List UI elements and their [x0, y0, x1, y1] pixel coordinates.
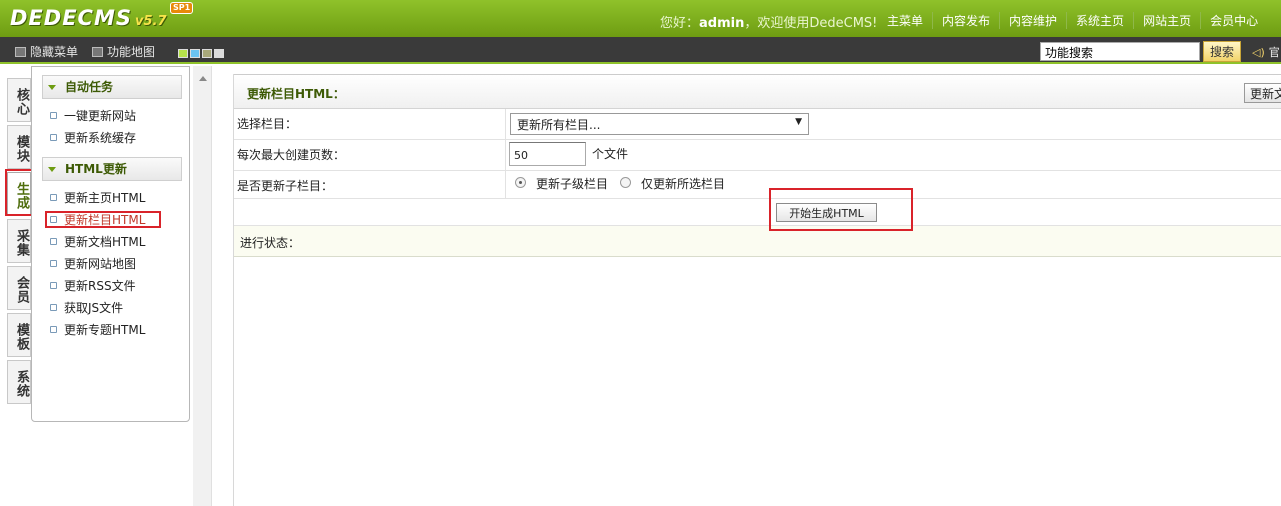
nav-content-maintain[interactable]: 内容维护 [999, 12, 1066, 29]
vtab-core[interactable]: 核心 [7, 78, 31, 122]
radio-only-selected[interactable] [620, 177, 631, 188]
hide-menu-icon [15, 47, 26, 57]
row-update-sub: 是否更新子栏目： 更新子级栏目 仅更新所选栏目 [234, 171, 1281, 199]
theme-swatch-olive[interactable] [202, 49, 212, 58]
vertical-tabs: 核心 模块 生成 采集 会员 模板 系统 [7, 78, 31, 407]
grid-map-icon [92, 47, 103, 57]
page-title: 更新栏目HTML： [247, 87, 345, 101]
update-doc-button[interactable]: 更新文 [1244, 83, 1281, 103]
sidebar-item-update-topic-html[interactable]: 更新专题HTML [50, 319, 189, 341]
group-auto-task[interactable]: 自动任务 [42, 75, 182, 99]
max-pages-input[interactable]: 50 [509, 142, 586, 166]
sidebar-item-update-doc-html[interactable]: 更新文档HTML [50, 231, 189, 253]
sidebar-splitter[interactable] [193, 66, 212, 506]
max-pages-unit: 个文件 [592, 147, 629, 161]
theme-swatch-green[interactable] [178, 49, 188, 58]
theme-swatches [178, 47, 226, 61]
panel-header: 更新栏目HTML： 更新文 [234, 74, 1281, 109]
top-nav: 主菜单 内容发布 内容维护 系统主页 网站主页 会员中心 [878, 12, 1267, 29]
logo-version: v5.7 [135, 14, 167, 29]
sidebar-item-get-js[interactable]: 获取JS文件 [50, 297, 189, 319]
hide-menu-button[interactable]: 隐藏菜单 [15, 43, 78, 60]
row-max-pages: 每次最大创建页数： 50 个文件 [234, 140, 1281, 171]
vtab-member[interactable]: 会员 [7, 266, 31, 310]
auto-task-list: 一键更新网站 更新系统缓存 [50, 105, 189, 149]
welcome-message: 您好：admin，欢迎使用DedeCMS! [660, 16, 878, 31]
logo-badge: SP1 [170, 2, 194, 14]
theme-swatch-gray[interactable] [214, 49, 224, 58]
vtab-module[interactable]: 模块 [7, 125, 31, 169]
sidebar-item-update-rss[interactable]: 更新RSS文件 [50, 275, 189, 297]
radio-only-selected-label[interactable]: 仅更新所选栏目 [641, 175, 725, 192]
nav-main-menu[interactable]: 主菜单 [878, 12, 932, 29]
vtab-collect[interactable]: 采集 [7, 219, 31, 263]
category-select[interactable]: 更新所有栏目... [510, 113, 809, 135]
search-button[interactable]: 搜索 [1203, 41, 1241, 62]
group-html-update[interactable]: HTML更新 [42, 157, 182, 181]
row-status: 进行状态： [234, 226, 1281, 257]
nav-content-publish[interactable]: 内容发布 [932, 12, 999, 29]
sidebar-menu: 自动任务 一键更新网站 更新系统缓存 HTML更新 更新主页HTML 更新栏目H… [31, 66, 190, 422]
highlight-box-sidebar-item [45, 211, 161, 228]
sidebar-item-update-sitemap[interactable]: 更新网站地图 [50, 253, 189, 275]
row-select-category: 选择栏目： 更新所有栏目... [234, 109, 1281, 140]
logo-word: DEDECMS [10, 6, 132, 30]
vtab-system[interactable]: 系统 [7, 360, 31, 404]
update-sub-label: 是否更新子栏目： [237, 179, 334, 193]
sidebar-item-one-click-update[interactable]: 一键更新网站 [50, 105, 189, 127]
status-label: 进行状态： [240, 236, 301, 250]
sound-link[interactable]: ◁) 官 [1252, 44, 1280, 60]
vtab-template[interactable]: 模板 [7, 313, 31, 357]
nav-member-center[interactable]: 会员中心 [1200, 12, 1267, 29]
highlight-box-vtab [5, 169, 34, 216]
radio-update-sub-label[interactable]: 更新子级栏目 [536, 175, 608, 192]
nav-site-home[interactable]: 网站主页 [1133, 12, 1200, 29]
max-pages-label: 每次最大创建页数： [237, 148, 346, 162]
radio-update-sub[interactable] [515, 177, 526, 188]
dedecms-logo: DEDECMS v5.7 SP1 [10, 2, 194, 34]
select-category-label: 选择栏目： [237, 117, 298, 131]
function-search-input[interactable]: 功能搜索 [1040, 42, 1200, 61]
nav-system-home[interactable]: 系统主页 [1066, 12, 1133, 29]
top-header-bar: DEDECMS v5.7 SP1 您好：admin，欢迎使用DedeCMS! 主菜… [0, 0, 1281, 37]
sidebar-item-update-home-html[interactable]: 更新主页HTML [50, 187, 189, 209]
function-map-button[interactable]: 功能地图 [92, 43, 155, 60]
main-panel: 更新栏目HTML： 更新文 选择栏目： 更新所有栏目... 每次最大创建页数： … [233, 74, 1281, 506]
highlight-box-start-button [769, 188, 913, 231]
theme-swatch-blue[interactable] [190, 49, 200, 58]
row-actions: 开始生成HTML [234, 199, 1281, 226]
username: admin [699, 16, 745, 31]
sidebar-item-update-cache[interactable]: 更新系统缓存 [50, 127, 189, 149]
speaker-icon: ◁) [1252, 46, 1265, 59]
